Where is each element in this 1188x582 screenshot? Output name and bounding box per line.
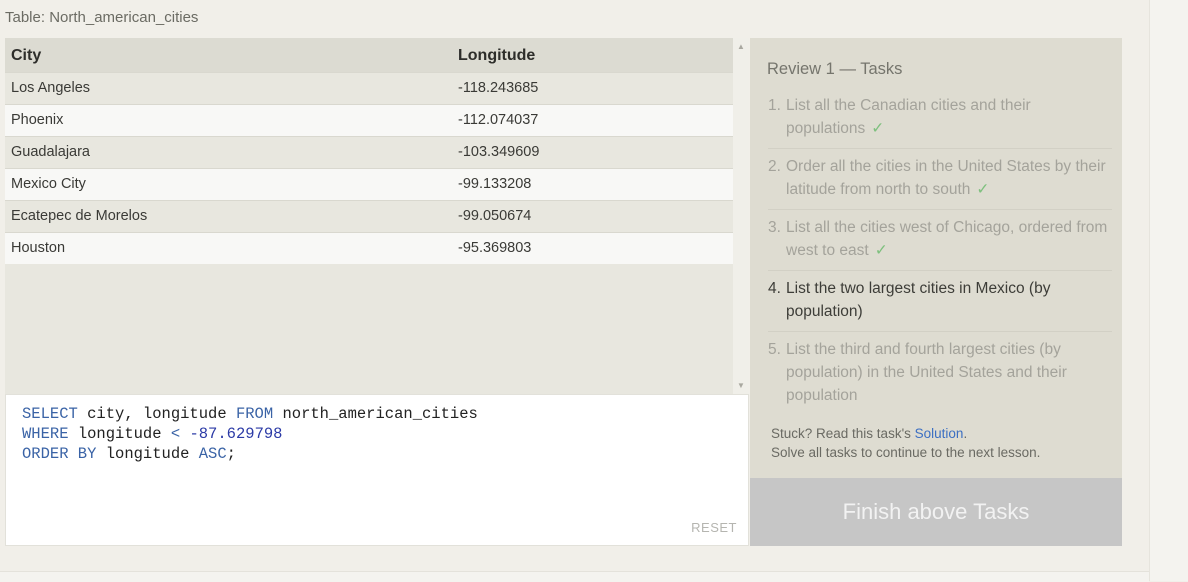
table-row: Los Angeles -118.243685 [5,72,733,104]
cell-longitude: -118.243685 [458,80,539,96]
finish-tasks-button[interactable]: Finish above Tasks [750,478,1122,546]
task-item: 5. List the third and fourth largest cit… [768,338,1112,415]
check-icon: ✓ [874,242,888,259]
task-list: 1. List all the Canadian cities and thei… [768,94,1112,421]
check-icon: ✓ [976,181,990,198]
cell-city: Guadalajara [11,144,90,160]
sql-code[interactable]: SELECT city, longitude FROM north_americ… [22,404,478,464]
sql-keyword: ORDER BY [22,445,97,463]
table-row: Phoenix -112.074037 [5,104,733,136]
scroll-down-icon[interactable]: ▼ [737,381,745,390]
cell-longitude: -99.050674 [458,208,532,224]
column-header-city: City [11,47,42,64]
page-margin-bottom [0,571,1149,582]
task-text: List the third and fourth largest cities… [786,341,1067,404]
solve-all-text: Solve all tasks to continue to the next … [771,445,1041,460]
sql-keyword: SELECT [22,405,78,423]
stuck-suffix: . [963,426,968,441]
tasks-title: Review 1 — Tasks [767,60,903,78]
task-text: List all the cities west of Chicago, ord… [786,219,1108,259]
tasks-panel: Review 1 — Tasks 1. List all the Canadia… [750,38,1122,478]
cell-city: Phoenix [11,112,64,128]
sql-text: longitude [96,445,199,463]
stuck-help: Stuck? Read this task's Solution. Solve … [771,424,1040,462]
cell-city: Los Angeles [11,80,91,96]
sql-text: north_american_cities [273,405,478,423]
table-caption: Table: North_american_cities [5,9,199,26]
task-text: Order all the cities in the United State… [786,158,1106,198]
task-item: 2. Order all the cities in the United St… [768,155,1112,210]
sql-keyword: ASC [198,445,227,463]
results-header: City Longitude [5,38,733,72]
task-number: 1. [768,97,781,114]
cell-longitude: -112.074037 [458,112,539,128]
task-number: 5. [768,341,781,358]
task-text: List all the Canadian cities and their p… [786,97,1031,137]
task-item-active: 4. List the two largest cities in Mexico… [768,277,1112,332]
results-scrollbar[interactable]: ▲ ▼ [733,38,749,394]
sql-text: city, longitude [77,405,236,423]
table-row: Mexico City -99.133208 [5,168,733,200]
task-number: 4. [768,280,781,297]
table-row: Houston -95.369803 [5,232,733,264]
cell-longitude: -103.349609 [458,144,540,160]
sql-keyword: WHERE [22,425,69,443]
cell-city: Ecatepec de Morelos [11,208,148,224]
sql-text: longitude [68,425,171,443]
table-row: Guadalajara -103.349609 [5,136,733,168]
sql-keyword: FROM [235,405,274,423]
sql-text: ; [226,445,236,463]
sql-operator: < [170,425,181,443]
column-header-longitude: Longitude [458,47,536,64]
task-text: List the two largest cities in Mexico (b… [786,280,1051,320]
solution-link[interactable]: Solution [915,426,964,441]
cell-longitude: -95.369803 [458,240,532,256]
task-item: 3. List all the cities west of Chicago, … [768,216,1112,271]
task-number: 3. [768,219,781,236]
cell-city: Houston [11,240,66,256]
task-number: 2. [768,158,781,175]
task-item: 1. List all the Canadian cities and thei… [768,94,1112,149]
reset-button[interactable]: RESET [691,520,737,535]
stuck-text: Stuck? Read this task's [771,426,915,441]
cell-city: Mexico City [11,176,86,192]
sql-number: -87.629798 [180,425,283,443]
scroll-up-icon[interactable]: ▲ [737,42,745,51]
cell-longitude: -99.133208 [458,176,532,192]
sql-editor[interactable]: SELECT city, longitude FROM north_americ… [5,394,749,546]
check-icon: ✓ [871,120,885,137]
table-row: Ecatepec de Morelos -99.050674 [5,200,733,232]
results-table: City Longitude Los Angeles -118.243685 P… [5,38,733,394]
page-margin-right [1149,0,1188,581]
